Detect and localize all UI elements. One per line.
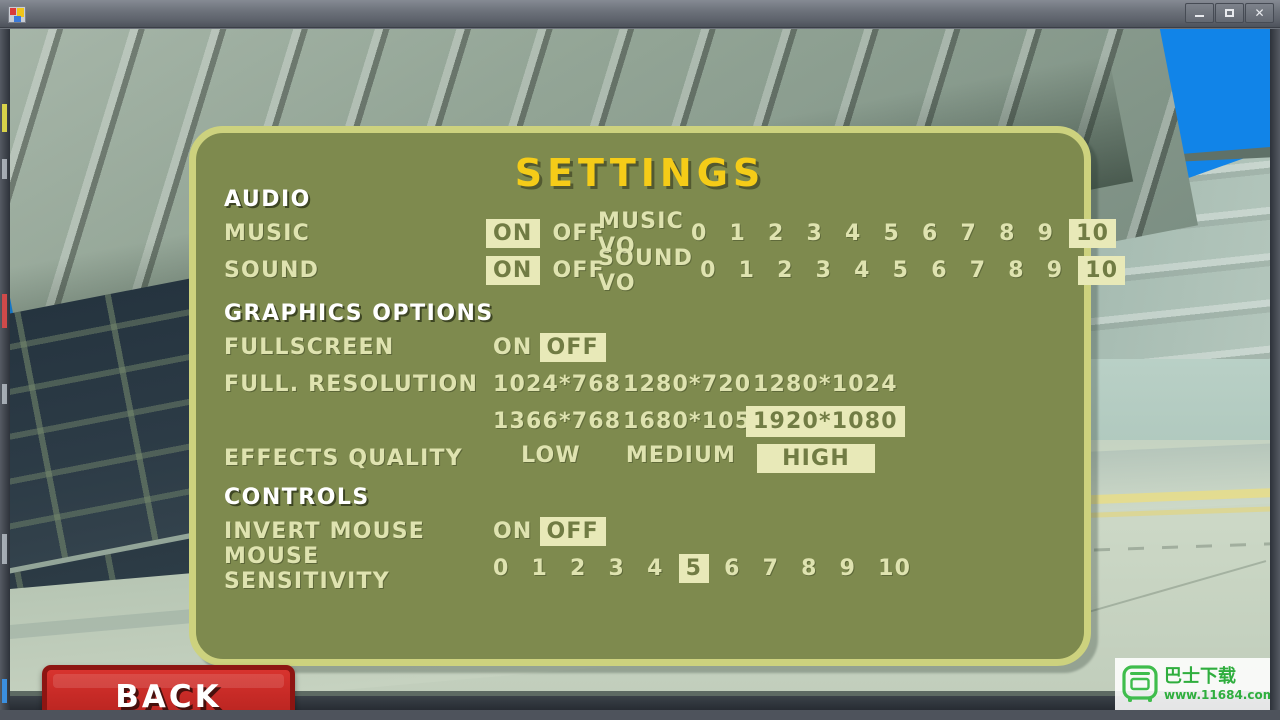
watermark-name: 巴士下载 xyxy=(1164,665,1236,687)
mouse-sensitivity-0[interactable]: 0 xyxy=(486,554,517,583)
game-viewport: SETTINGS AUDIO MUSIC ON OFF MUSIC VO 0 1… xyxy=(10,29,1270,710)
mouse-sensitivity-5[interactable]: 5 xyxy=(678,553,710,584)
setting-label-resolution: FULL. RESOLUTION xyxy=(224,372,479,397)
watermark-url: www.11684.com xyxy=(1164,687,1270,702)
setting-label-fullscreen: FULLSCREEN xyxy=(224,335,395,360)
window-right-edge xyxy=(1270,29,1280,710)
sound-volume-8[interactable]: 8 xyxy=(1001,256,1032,285)
setting-label-music: MUSIC xyxy=(224,221,310,246)
mouse-sensitivity-6[interactable]: 6 xyxy=(717,554,748,583)
setting-label-sound-vo: SOUND VO xyxy=(598,245,694,296)
music-volume-4[interactable]: 4 xyxy=(838,219,869,248)
mouse-sensitivity-7[interactable]: 7 xyxy=(756,554,787,583)
sound-volume-4[interactable]: 4 xyxy=(847,256,878,285)
effects-quality-medium[interactable]: MEDIUM xyxy=(619,440,743,471)
mouse-sensitivity-8[interactable]: 8 xyxy=(794,554,825,583)
sound-toggle-group: ON OFF xyxy=(486,255,604,286)
back-button-label: BACK xyxy=(115,678,222,711)
resolution-options-row-2: 1366*768 1680*1050 1920*1080 xyxy=(486,405,905,437)
resolution-1024x768[interactable]: 1024*768 xyxy=(486,369,628,400)
resolution-1280x720[interactable]: 1280*720 xyxy=(616,369,758,400)
invert-mouse-toggle-group: ON OFF xyxy=(486,516,606,547)
music-toggle-on[interactable]: ON xyxy=(486,218,540,249)
sound-toggle-on[interactable]: ON xyxy=(486,255,540,286)
title-bar: ✕ xyxy=(0,0,1280,28)
window-left-edge xyxy=(0,29,10,710)
setting-row-fullscreen: FULLSCREEN ON OFF xyxy=(224,329,1064,366)
sound-volume-6[interactable]: 6 xyxy=(924,256,955,285)
app-icon xyxy=(8,6,26,23)
fullscreen-toggle-on[interactable]: ON xyxy=(486,333,540,362)
setting-label-effects-quality: EFFECTS QUALITY xyxy=(224,446,463,471)
close-button[interactable]: ✕ xyxy=(1245,3,1274,23)
section-header-graphics-options: GRAPHICS OPTIONS xyxy=(224,301,494,326)
setting-label-mouse-sensitivity: MOUSE SENSITIVITY xyxy=(224,543,390,594)
sound-volume-3[interactable]: 3 xyxy=(809,256,840,285)
maximize-button[interactable] xyxy=(1215,3,1244,23)
fullscreen-toggle-group: ON OFF xyxy=(486,332,606,363)
music-volume-8[interactable]: 8 xyxy=(992,219,1023,248)
setting-row-resolution: FULL. RESOLUTION 1024*768 1280*720 1280*… xyxy=(224,366,1064,403)
sound-volume-0[interactable]: 0 xyxy=(693,256,724,285)
watermark: 巴士下载 www.11684.com xyxy=(1115,658,1270,710)
music-volume-3[interactable]: 3 xyxy=(799,219,830,248)
setting-row-mouse-sensitivity: MOUSE SENSITIVITY 0 1 2 3 4 5 6 7 8 9 10 xyxy=(224,544,1064,594)
mouse-sensitivity-3[interactable]: 3 xyxy=(602,554,633,583)
music-volume-10[interactable]: 10 xyxy=(1069,218,1117,249)
music-volume-1[interactable]: 1 xyxy=(722,219,753,248)
resolution-options-row-1: 1024*768 1280*720 1280*1024 xyxy=(486,373,897,396)
music-volume-2[interactable]: 2 xyxy=(761,219,792,248)
setting-row-sound: SOUND ON OFF SOUND VO 0 1 2 3 4 5 6 7 8 … xyxy=(224,246,1126,296)
sound-volume-10[interactable]: 10 xyxy=(1078,255,1126,286)
music-volume-9[interactable]: 9 xyxy=(1031,219,1062,248)
music-volume-group: 0 1 2 3 4 5 6 7 8 9 10 xyxy=(684,218,1117,249)
resolution-1366x768[interactable]: 1366*768 xyxy=(486,406,628,437)
effects-quality-group: LOW MEDIUM HIGH xyxy=(486,443,886,474)
settings-rows: AUDIO MUSIC ON OFF MUSIC VO 0 1 2 3 4 5 … xyxy=(224,185,1126,594)
invert-mouse-toggle-on[interactable]: ON xyxy=(486,517,540,546)
sound-volume-5[interactable]: 5 xyxy=(886,256,917,285)
setting-label-invert-mouse: INVERT MOUSE xyxy=(224,519,426,544)
sound-volume-9[interactable]: 9 xyxy=(1040,256,1071,285)
music-volume-7[interactable]: 7 xyxy=(954,219,985,248)
sound-volume-2[interactable]: 2 xyxy=(770,256,801,285)
mouse-sensitivity-1[interactable]: 1 xyxy=(525,554,556,583)
back-button[interactable]: BACK xyxy=(42,665,295,710)
resolution-1920x1080[interactable]: 1920*1080 xyxy=(746,405,905,437)
setting-row-effects-quality: EFFECTS QUALITY LOW MEDIUM HIGH xyxy=(224,440,1064,477)
setting-row-resolution-2: 1366*768 1680*1050 1920*1080 xyxy=(224,403,1064,440)
music-volume-6[interactable]: 6 xyxy=(915,219,946,248)
music-volume-0[interactable]: 0 xyxy=(684,219,715,248)
effects-quality-high[interactable]: HIGH xyxy=(757,443,875,474)
music-volume-5[interactable]: 5 xyxy=(877,219,908,248)
effects-quality-low[interactable]: LOW xyxy=(514,440,588,471)
sound-volume-1[interactable]: 1 xyxy=(732,256,763,285)
music-toggle-group: ON OFF xyxy=(486,218,604,249)
invert-mouse-toggle-off[interactable]: OFF xyxy=(539,516,606,547)
mouse-sensitivity-9[interactable]: 9 xyxy=(833,554,864,583)
mouse-sensitivity-2[interactable]: 2 xyxy=(563,554,594,583)
application-window: ✕ SETTINGS AUDIO MUSIC ON OFF MUSIC VO 0… xyxy=(0,0,1280,720)
section-header-controls: CONTROLS xyxy=(224,485,370,510)
bus-icon xyxy=(1122,665,1158,702)
mouse-sensitivity-10[interactable]: 10 xyxy=(871,554,918,583)
resolution-1280x1024[interactable]: 1280*1024 xyxy=(746,369,905,400)
mouse-sensitivity-4[interactable]: 4 xyxy=(640,554,671,583)
mouse-sensitivity-group: 0 1 2 3 4 5 6 7 8 9 10 xyxy=(486,553,918,584)
fullscreen-toggle-off[interactable]: OFF xyxy=(539,332,606,363)
sound-volume-group: 0 1 2 3 4 5 6 7 8 9 10 xyxy=(693,255,1126,286)
setting-label-sound: SOUND xyxy=(224,258,320,283)
sound-volume-7[interactable]: 7 xyxy=(963,256,994,285)
settings-panel: SETTINGS AUDIO MUSIC ON OFF MUSIC VO 0 1… xyxy=(189,126,1126,666)
minimize-button[interactable] xyxy=(1185,3,1214,23)
window-controls: ✕ xyxy=(1184,3,1274,23)
